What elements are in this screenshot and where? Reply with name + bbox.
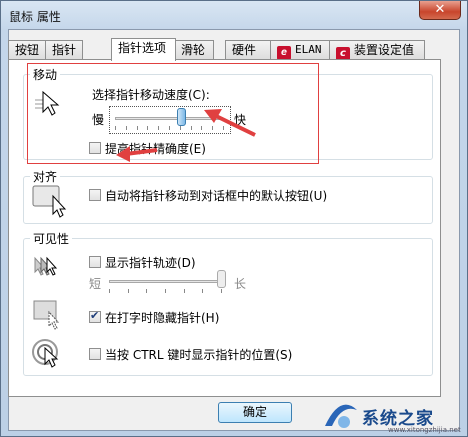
slider-tick [202,289,204,293]
show-location-icon [32,339,59,368]
slider-tick [165,289,166,293]
tab-pointers[interactable]: 指针 [45,40,83,60]
tab-elan[interactable]: e ELAN [270,40,330,60]
annotation-arrow-speed-icon [204,109,256,137]
long-label: 长 [234,277,247,291]
slider-tick [127,289,129,293]
tab-wheel[interactable]: 滑轮 [174,40,214,60]
hide-while-typing-icon [33,300,60,330]
snap-label[interactable]: 自动将指针移动到对话框中的默认按钮(U) [105,187,327,204]
ctrl-label[interactable]: 当按 CTRL 键时显示指针的位置(S) [105,346,292,363]
visibility-group-title: 可见性 [30,230,73,247]
close-icon: ✕ [434,2,446,17]
tab-pointer-options[interactable]: 指针选项 [111,38,176,61]
trails-checkbox[interactable] [89,256,101,268]
title-bar[interactable]: 鼠标 属性 ✕ [1,1,467,29]
hide-label[interactable]: 在打字时隐藏指针(H) [105,309,219,326]
close-button[interactable]: ✕ [419,1,461,20]
snap-checkbox[interactable] [89,189,101,201]
hide-checkbox[interactable] [89,309,101,323]
slider-tick [183,289,185,293]
snap-to-button-icon [32,185,67,218]
slider-tick [221,289,222,293]
ctrl-checkbox[interactable] [89,348,101,360]
slider-tick [146,289,148,293]
tab-device-settings[interactable]: c 装置设定值 [329,40,425,61]
ok-button[interactable]: 确定 [218,402,292,423]
short-label: 短 [89,277,102,291]
tab-buttons[interactable]: 按钮 [8,40,46,60]
watermark-url: www.xitongzhijia.net [388,426,461,434]
slider-tick [109,289,110,293]
annotation-highlight-box [27,63,319,164]
window-title: 鼠标 属性 [9,10,61,24]
trails-slider-track[interactable] [109,280,221,283]
elan-logo-icon: e [277,46,291,60]
pointer-trails-icon [34,256,58,276]
watermark: 系统之家 www.xitongzhijia.net [318,396,468,437]
trails-slider-thumb[interactable] [216,270,226,288]
trails-label[interactable]: 显示指针轨迹(D) [105,254,196,271]
watermark-logo-icon [325,404,357,428]
annotation-arrow-precision-icon [116,146,158,162]
tab-strip: 按钮 指针 指针选项 滑轮 硬件 e ELAN c 装置设定值 [8,38,458,61]
tab-hardware[interactable]: 硬件 [225,40,271,60]
